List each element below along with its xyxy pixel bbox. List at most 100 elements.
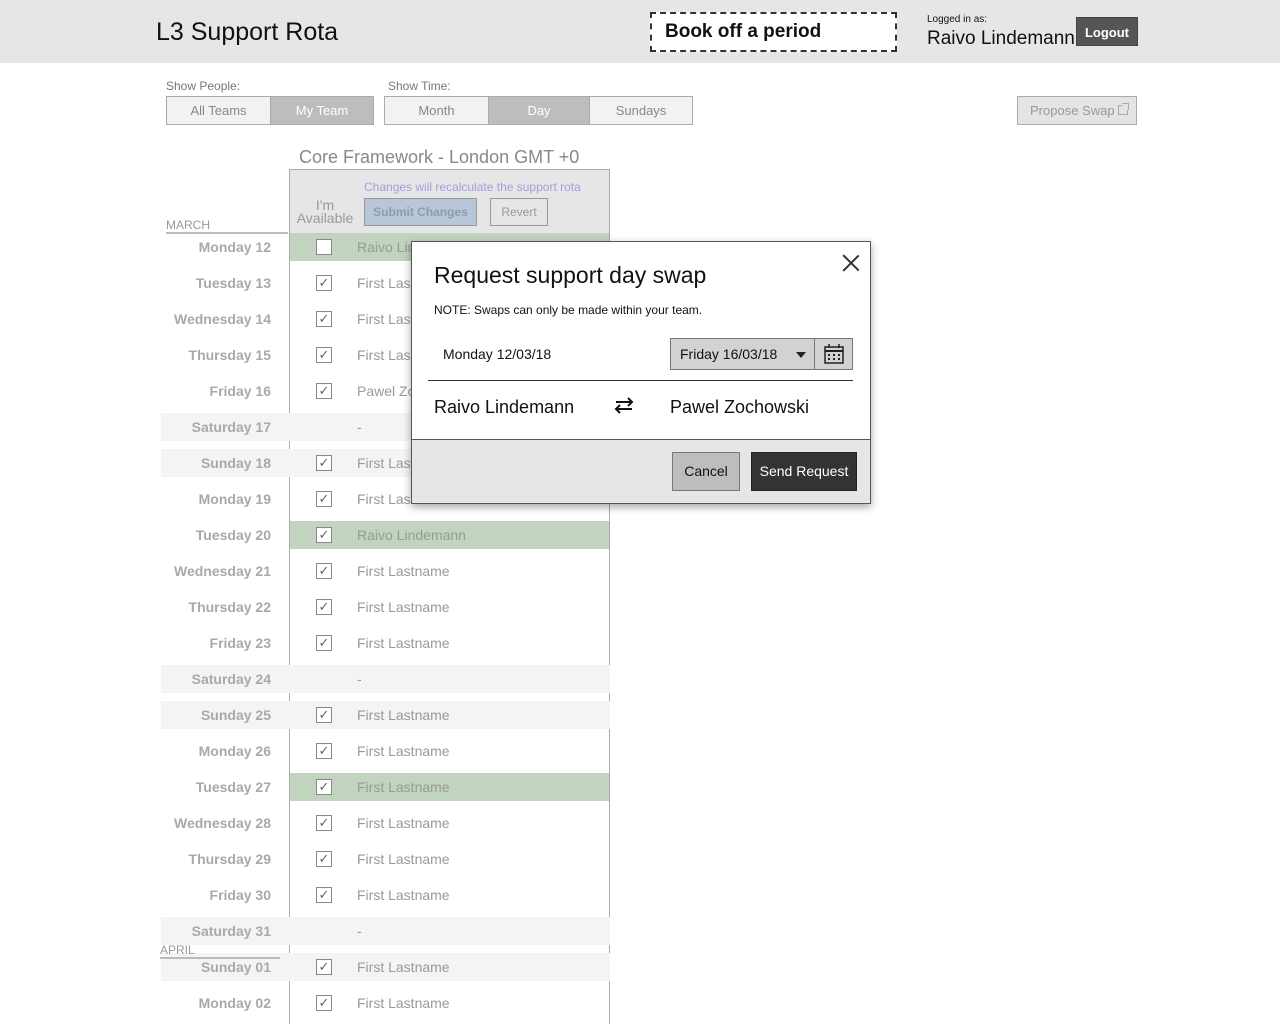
availability-checkbox[interactable]: ✓: [316, 491, 332, 507]
availability-checkbox[interactable]: ✓: [316, 887, 332, 903]
time-option-day[interactable]: Day: [489, 97, 590, 124]
time-option-month[interactable]: Month: [385, 97, 489, 124]
availability-checkbox[interactable]: ✓: [316, 707, 332, 723]
rota-day-label: Saturday 24: [191, 671, 271, 687]
availability-checkbox[interactable]: ✓: [316, 995, 332, 1011]
submit-changes-button[interactable]: Submit Changes: [364, 198, 477, 226]
rota-row: Monday 02 ✓ First Lastname: [161, 989, 610, 1017]
rota-day-label: Thursday 29: [188, 851, 271, 867]
show-people-label: Show People:: [166, 79, 241, 93]
rota-day-label: Thursday 15: [188, 347, 271, 363]
rota-assignee-name: First Lastname: [357, 779, 450, 795]
rota-assignee-name: -: [357, 923, 362, 939]
availability-checkbox[interactable]: ✓: [316, 959, 332, 975]
dialog-divider: [428, 380, 853, 381]
rota-assignee-name: -: [357, 419, 362, 435]
app-title: L3 Support Rota: [156, 18, 339, 46]
propose-swap-button[interactable]: Propose Swap: [1017, 96, 1137, 125]
rota-row: Monday 26 ✓ First Lastname: [161, 737, 610, 765]
rota-row: Tuesday 27 ✓ First Lastname: [161, 773, 610, 801]
available-column-label: I'm Available: [296, 197, 354, 226]
to-date-select[interactable]: Friday 16/03/18: [670, 338, 815, 370]
rota-day-label: Tuesday 20: [195, 527, 271, 543]
show-time-label: Show Time:: [388, 79, 451, 93]
rota-day-label: Friday 16: [209, 383, 271, 399]
availability-checkbox[interactable]: ✓: [316, 851, 332, 867]
rota-day-label: Sunday 25: [200, 707, 271, 723]
rota-assignee-name: First Lastname: [357, 635, 450, 651]
availability-checkbox[interactable]: ✓: [316, 815, 332, 831]
availability-checkbox[interactable]: ✓: [316, 635, 332, 651]
rota-assignee-name: Raivo Lindemann: [357, 527, 466, 543]
send-request-button[interactable]: Send Request: [751, 452, 857, 491]
rota-row: Saturday 24 -: [161, 665, 610, 693]
rota-day-label: Saturday 31: [191, 923, 271, 939]
rota-assignee-name: First Lastname: [357, 707, 450, 723]
to-date-value: Friday 16/03/18: [680, 346, 778, 362]
recalc-note: Changes will recalculate the support rot…: [364, 180, 581, 194]
rota-day-label: Sunday 18: [200, 455, 271, 471]
rota-row: Friday 23 ✓ First Lastname: [161, 629, 610, 657]
logged-in-user-name: Raivo Lindemann: [927, 28, 1075, 49]
rota-day-label: Wednesday 28: [173, 815, 271, 831]
rota-day-label: Monday 12: [198, 239, 271, 255]
swap-person-from: Raivo Lindemann: [434, 397, 575, 417]
rota-assignee-name: First Lastname: [357, 563, 450, 579]
rota-row: Friday 30 ✓ First Lastname: [161, 881, 610, 909]
propose-swap-label: Propose Swap: [1030, 103, 1115, 118]
people-option-my-team[interactable]: My Team: [271, 97, 373, 124]
availability-checkbox[interactable]: ✓: [316, 563, 332, 579]
availability-checkbox[interactable]: [316, 239, 332, 255]
cancel-button[interactable]: Cancel: [672, 452, 740, 491]
chevron-down-icon: [796, 352, 806, 358]
availability-checkbox[interactable]: ✓: [316, 779, 332, 795]
people-option-all-teams[interactable]: All Teams: [167, 97, 271, 124]
revert-button[interactable]: Revert: [490, 198, 548, 226]
close-icon[interactable]: [840, 252, 862, 274]
rota-day-label: Wednesday 21: [173, 563, 271, 579]
availability-checkbox[interactable]: ✓: [316, 311, 332, 327]
swap-request-dialog: Request support day swap NOTE: Swaps can…: [411, 241, 871, 504]
show-time-toggle: Month Day Sundays: [384, 96, 693, 125]
swap-arrows-icon: [614, 397, 634, 414]
from-date: Monday 12/03/18: [443, 346, 552, 362]
rota-assignee-name: First Lastname: [357, 959, 450, 975]
rota-cell-background: [290, 665, 609, 693]
rota-day-label: Tuesday 13: [195, 275, 271, 291]
rota-day-label: Saturday 17: [191, 419, 271, 435]
rota-row: Sunday 25 ✓ First Lastname: [161, 701, 610, 729]
rota-assignee-name: -: [357, 671, 362, 687]
dialog-note: NOTE: Swaps can only be made within your…: [434, 303, 703, 317]
rota-day-label: Tuesday 27: [195, 779, 271, 795]
rota-day-label: Monday 19: [198, 491, 271, 507]
availability-checkbox[interactable]: ✓: [316, 599, 332, 615]
availability-checkbox[interactable]: ✓: [316, 347, 332, 363]
external-link-icon: [1118, 103, 1129, 115]
availability-checkbox[interactable]: ✓: [316, 527, 332, 543]
calendar-button[interactable]: [814, 338, 853, 370]
logout-button[interactable]: Logout: [1076, 17, 1138, 46]
availability-checkbox[interactable]: ✓: [316, 455, 332, 471]
dialog-footer: Cancel Send Request: [412, 439, 870, 503]
rota-assignee-name: First Lastname: [357, 599, 450, 615]
calendar-icon: [824, 344, 844, 364]
rota-day-label: Thursday 22: [188, 599, 271, 615]
rota-day-label: Friday 30: [209, 887, 271, 903]
rota-row: Thursday 29 ✓ First Lastname: [161, 845, 610, 873]
rota-assignee-name: First Lastname: [357, 815, 450, 831]
month-label-march: MARCH: [166, 218, 288, 234]
logged-in-label: Logged in as:: [927, 14, 988, 25]
book-off-period-button[interactable]: Book off a period: [650, 12, 897, 52]
availability-checkbox[interactable]: ✓: [316, 383, 332, 399]
time-option-sundays[interactable]: Sundays: [590, 97, 692, 124]
rota-row: Saturday 31 -: [161, 917, 610, 945]
rota-day-label: Monday 26: [198, 743, 271, 759]
team-title: Core Framework - London GMT +0: [299, 147, 580, 167]
availability-checkbox[interactable]: ✓: [316, 275, 332, 291]
rota-row: Wednesday 21 ✓ First Lastname: [161, 557, 610, 585]
availability-checkbox[interactable]: ✓: [316, 743, 332, 759]
rota-cell-background: [290, 917, 609, 945]
rota-assignee-name: First Lastname: [357, 851, 450, 867]
rota-row: Thursday 22 ✓ First Lastname: [161, 593, 610, 621]
rota-assignee-name: First Lastname: [357, 887, 450, 903]
